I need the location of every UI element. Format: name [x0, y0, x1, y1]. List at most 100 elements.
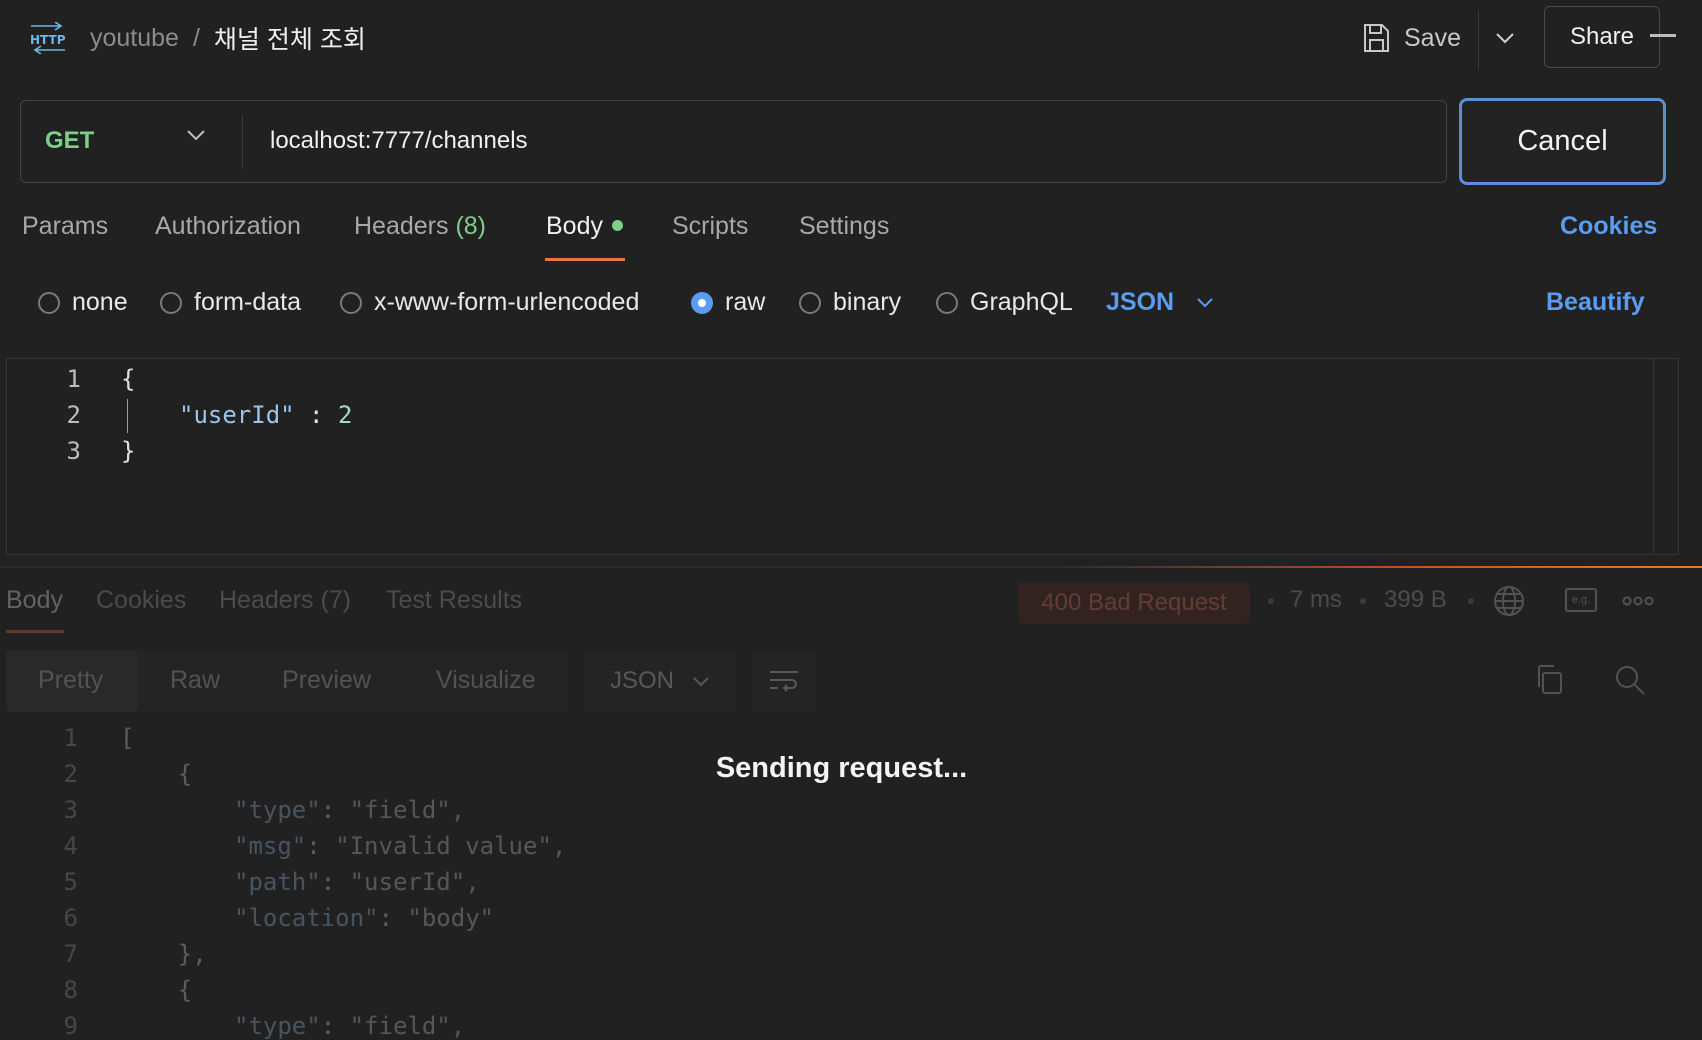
save-label: Save — [1404, 23, 1461, 52]
resp-tab-headers[interactable]: Headers (7) — [219, 586, 351, 615]
radio-circle — [38, 291, 60, 314]
url-input[interactable] — [268, 118, 1422, 164]
line-number: 5 — [63, 868, 78, 896]
radio-urlencoded[interactable]: x-www-form-urlencoded — [340, 288, 639, 317]
example-button[interactable]: e.g. — [1565, 588, 1597, 612]
code-line: "path": "userId", — [234, 868, 480, 896]
search-icon[interactable] — [1614, 664, 1646, 696]
response-time[interactable]: 7 ms — [1290, 586, 1342, 614]
editor-scrollbar[interactable] — [1653, 359, 1681, 555]
chevron-down-icon — [1197, 298, 1213, 308]
save-button[interactable]: Save — [1362, 18, 1461, 58]
tab-body-label: Body — [546, 212, 603, 240]
line-number: 9 — [63, 1012, 78, 1040]
chevron-down-icon[interactable] — [186, 129, 206, 141]
code-line: { — [120, 976, 193, 1004]
json-value: "field", — [349, 1012, 466, 1040]
json-value: "userId", — [349, 868, 480, 896]
json-value: "body" — [407, 904, 495, 932]
radio-raw[interactable]: raw — [691, 288, 765, 317]
json-key: "path" — [234, 868, 321, 896]
method-select[interactable]: GET — [45, 127, 94, 155]
json-key: "type" — [234, 796, 321, 824]
svg-text:HTTP: HTTP — [30, 33, 66, 47]
json-value: 2 — [337, 401, 353, 429]
resp-tab-cookies[interactable]: Cookies — [96, 586, 186, 615]
globe-icon[interactable] — [1492, 584, 1526, 618]
json-key: "userId" — [179, 401, 295, 429]
resp-tab-body[interactable]: Body — [6, 586, 63, 615]
raw-format-select[interactable]: JSON — [1106, 288, 1214, 317]
resp-tab-test-results[interactable]: Test Results — [386, 586, 522, 615]
line-number: 1 — [66, 365, 81, 393]
view-preview[interactable]: Preview — [282, 666, 371, 695]
line-number: 3 — [63, 796, 78, 824]
radio-none-label: none — [72, 288, 128, 316]
meta-separator — [1360, 598, 1366, 604]
save-options-button[interactable] — [1490, 22, 1520, 54]
tab-authorization[interactable]: Authorization — [155, 212, 301, 241]
radio-none[interactable]: none — [38, 288, 128, 317]
tab-params[interactable]: Params — [22, 212, 108, 241]
status-badge[interactable]: 400 Bad Request — [1018, 582, 1250, 624]
tab-body[interactable]: Body — [546, 212, 623, 241]
line-number: 3 — [66, 437, 81, 465]
radio-circle — [936, 291, 958, 314]
json-key: "type" — [234, 1012, 321, 1040]
save-split-divider — [1478, 10, 1479, 70]
scrollbar-thumb[interactable] — [1650, 34, 1676, 37]
wrap-lines-button[interactable] — [752, 650, 816, 712]
view-visualize[interactable]: Visualize — [436, 666, 536, 695]
beautify-button[interactable]: Beautify — [1546, 288, 1645, 317]
active-tab-indicator — [6, 630, 64, 633]
code-line: { — [121, 365, 136, 393]
breadcrumb: youtube / 채널 전체 조회 — [90, 20, 366, 56]
radio-binary[interactable]: binary — [799, 288, 901, 317]
json-colon: : — [294, 401, 338, 429]
radio-graphql-label: GraphQL — [970, 288, 1073, 316]
code-line: } — [121, 437, 136, 465]
response-format-select[interactable]: JSON — [584, 650, 736, 712]
radio-circle — [160, 291, 182, 314]
tab-settings[interactable]: Settings — [799, 212, 889, 241]
breadcrumb-collection[interactable]: youtube — [90, 24, 179, 53]
http-request-icon: HTTP — [30, 22, 66, 54]
line-number: 7 — [63, 940, 78, 968]
line-number: 4 — [63, 832, 78, 860]
json-key: "msg" — [234, 832, 307, 860]
request-body-editor[interactable]: 1 { 2 "userId" : 2 3 } — [6, 358, 1679, 555]
tab-scripts[interactable]: Scripts — [672, 212, 748, 241]
save-icon — [1364, 24, 1389, 52]
radio-graphql[interactable]: GraphQL — [936, 288, 1073, 317]
code-line: "type": "field", — [234, 796, 466, 824]
raw-format-label: JSON — [1106, 288, 1175, 316]
code-line: "userId" : 2 — [179, 401, 352, 429]
radio-circle-selected — [691, 291, 713, 314]
active-tab-indicator — [545, 258, 625, 261]
view-raw[interactable]: Raw — [170, 666, 220, 695]
code-line: "location": "body" — [234, 904, 495, 932]
line-number: 6 — [63, 904, 78, 932]
request-name[interactable]: 채널 전체 조회 — [214, 20, 366, 56]
radio-form-data[interactable]: form-data — [160, 288, 301, 317]
loading-message: Sending request... — [715, 752, 968, 784]
radio-raw-label: raw — [725, 288, 766, 316]
cancel-button[interactable]: Cancel — [1459, 98, 1666, 185]
json-value: "Invalid value", — [335, 832, 567, 860]
more-options-icon[interactable] — [1622, 596, 1654, 606]
breadcrumb-separator: / — [192, 23, 200, 52]
tab-headers-label: Headers — [354, 212, 449, 240]
request-header: HTTP youtube / 채널 전체 조회 Save Share — [0, 0, 1702, 76]
json-value: "field", — [349, 796, 466, 824]
code-line: [ — [120, 724, 135, 752]
tab-headers[interactable]: Headers (8) — [354, 212, 486, 241]
share-button[interactable]: Share — [1544, 6, 1660, 68]
response-size[interactable]: 399 B — [1384, 586, 1447, 614]
cookies-link[interactable]: Cookies — [1560, 212, 1657, 241]
copy-icon[interactable] — [1534, 664, 1564, 696]
meta-separator — [1268, 598, 1274, 604]
radio-circle — [799, 291, 821, 314]
response-format-label: JSON — [609, 667, 674, 694]
chevron-down-icon — [1496, 33, 1514, 44]
view-pretty[interactable]: Pretty — [38, 666, 103, 695]
